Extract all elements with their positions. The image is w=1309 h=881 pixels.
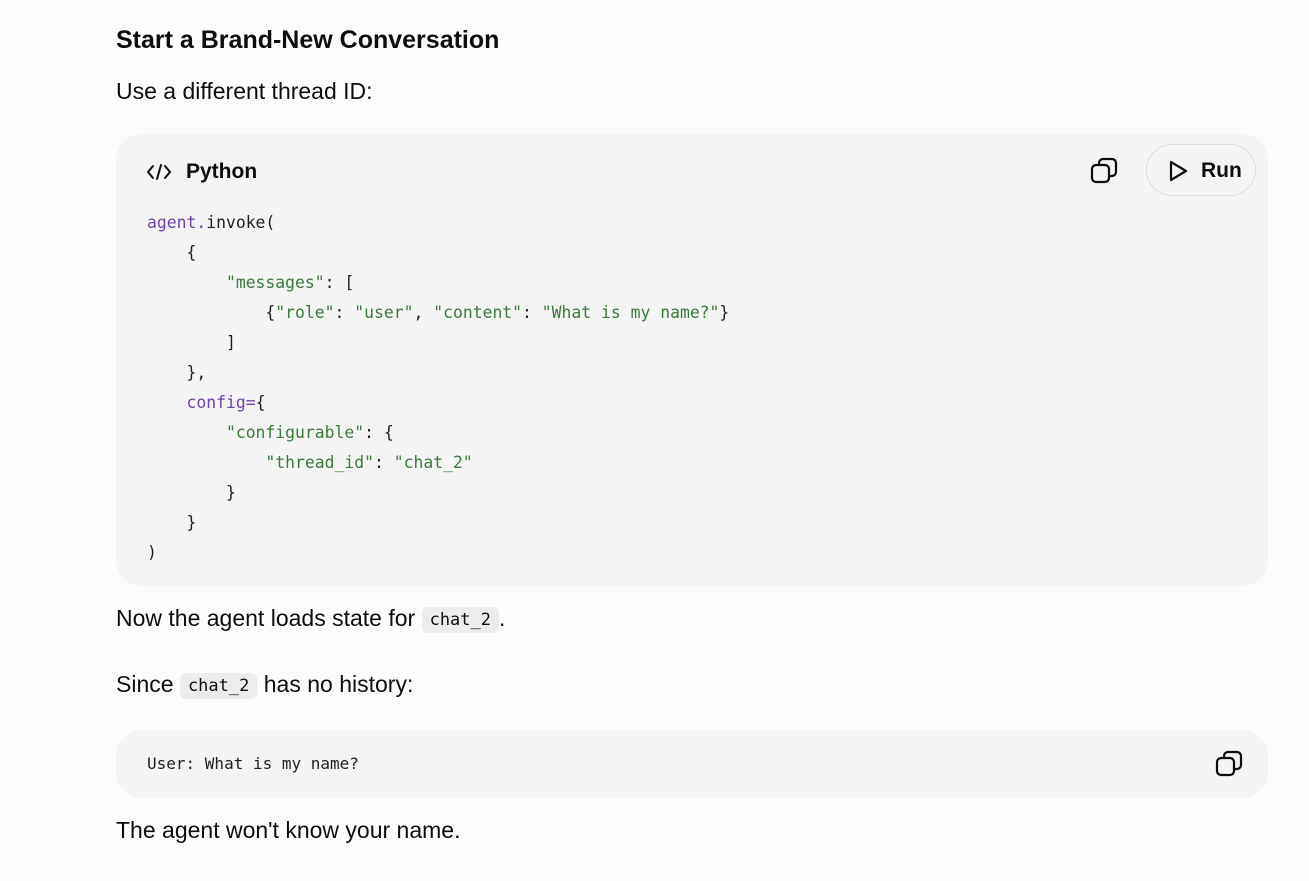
code-line: ) (147, 543, 157, 562)
loads-text-after: . (499, 605, 506, 631)
since-text-after: has no history: (257, 671, 414, 697)
copy-code-button[interactable] (1089, 156, 1119, 186)
code-line: {"role": "user", "content": "What is my … (147, 303, 729, 322)
code-token: "thread_id" (265, 453, 374, 472)
code-line: "thread_id": "chat_2" (147, 453, 473, 472)
run-button[interactable]: Run (1146, 144, 1256, 196)
code-token: config (186, 393, 246, 412)
run-label: Run (1201, 159, 1242, 182)
code-language-label: Python (186, 160, 258, 183)
code-token: } (147, 513, 197, 532)
code-token: : [ (324, 273, 355, 292)
code-line: config={ (147, 393, 265, 412)
code-token: "user" (354, 303, 414, 322)
code-block-header: Python Run (116, 134, 1268, 210)
inline-code-thread: chat_2 (179, 673, 258, 699)
code-line: ] (147, 333, 236, 352)
code-token: "role" (275, 303, 335, 322)
play-icon (1167, 159, 1189, 183)
code-token: { (147, 243, 197, 262)
code-line: "configurable": { (147, 423, 394, 442)
copy-icon (1090, 157, 1118, 184)
code-token: invoke( (206, 213, 276, 232)
code-token: agent (147, 213, 197, 232)
code-token: "messages" (225, 273, 325, 292)
code-content: agent.invoke( { "messages": [ {"role": "… (147, 208, 729, 568)
loads-text: Now the agent loads state for chat_2. (116, 602, 505, 637)
final-text: The agent won't know your name. (116, 817, 461, 843)
code-line: }, (147, 363, 206, 382)
code-token: : (334, 303, 355, 322)
output-block: User: What is my name? (116, 730, 1268, 798)
code-token: } (147, 483, 236, 502)
code-token: , (413, 303, 434, 322)
code-line: } (147, 483, 236, 502)
code-line: "messages": [ (147, 273, 354, 292)
code-token: ] (147, 333, 236, 352)
code-line: { (147, 243, 196, 262)
code-token: "chat_2" (393, 453, 473, 472)
code-token: } (719, 303, 730, 322)
code-token: = (245, 393, 256, 412)
code-icon (146, 160, 172, 184)
inline-code-thread: chat_2 (421, 607, 499, 633)
code-token: "content" (433, 303, 523, 322)
code-token: : { (364, 423, 394, 442)
copy-output-button[interactable] (1214, 749, 1244, 779)
since-text: Since chat_2 has no history: (116, 668, 413, 703)
code-token: "configurable" (225, 423, 365, 442)
section-title: Start a Brand-New Conversation (116, 26, 500, 54)
code-token: . (196, 213, 207, 232)
copy-icon (1215, 750, 1243, 777)
code-token: : (522, 303, 542, 322)
since-text-before: Since (116, 671, 180, 697)
code-token: ) (147, 543, 157, 562)
intro-text: Use a different thread ID: (116, 78, 373, 104)
code-line: } (147, 513, 196, 532)
code-token: : (373, 453, 394, 472)
output-text: User: What is my name? (147, 754, 359, 773)
code-block: Python Run agent.invoke( { "messages": [ (116, 134, 1268, 586)
loads-text-before: Now the agent loads state for (116, 605, 422, 631)
code-token: "What is my name?" (541, 303, 720, 322)
code-token: { (147, 303, 276, 322)
code-token: }, (147, 363, 207, 382)
code-token: { (255, 393, 266, 412)
code-line: agent.invoke( (147, 213, 275, 232)
